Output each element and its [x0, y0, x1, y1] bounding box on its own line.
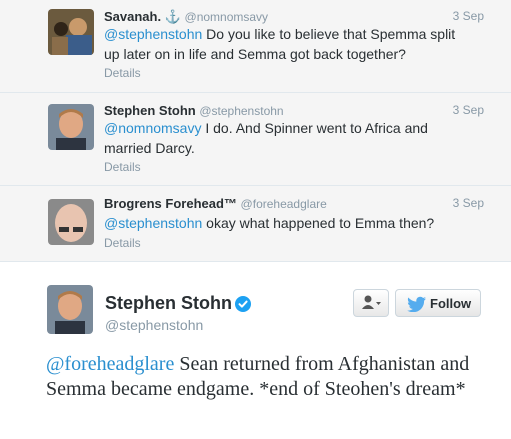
- timestamp[interactable]: 3 Sep: [453, 196, 484, 210]
- tweet-header: Savanah. ⚓ @nomnomsavy: [104, 9, 268, 25]
- tweet-text: @nomnomsavy I do. And Spinner went to Af…: [104, 120, 428, 156]
- user-name[interactable]: Stephen Stohn: [104, 103, 196, 118]
- user-handle[interactable]: @nomnomsavy: [185, 10, 269, 24]
- tweet-text: @stephenstohn Do you like to believe tha…: [104, 26, 456, 62]
- timestamp[interactable]: 3 Sep: [453, 103, 484, 117]
- details-link[interactable]: Details: [104, 160, 141, 174]
- avatar[interactable]: [48, 199, 94, 245]
- follow-label: Follow: [430, 296, 472, 311]
- follow-button[interactable]: Follow: [395, 289, 481, 317]
- user-name[interactable]: Stephen Stohn: [105, 293, 232, 314]
- mention-link[interactable]: @nomnomsavy: [104, 120, 201, 136]
- main-tweet-text: @foreheadglare Sean returned from Afghan…: [46, 353, 470, 400]
- timestamp[interactable]: 3 Sep: [453, 9, 484, 23]
- user-actions-button[interactable]: [353, 289, 389, 317]
- user-handle[interactable]: @stephenstohn: [105, 317, 203, 333]
- avatar[interactable]: [48, 9, 94, 55]
- bird-icon: [407, 296, 426, 312]
- tweet-header: Stephen Stohn @stephenstohn: [104, 103, 284, 118]
- details-link[interactable]: Details: [104, 66, 141, 80]
- avatar[interactable]: [48, 104, 94, 150]
- mention-link[interactable]: @foreheadglare: [46, 353, 174, 375]
- avatar[interactable]: [47, 285, 93, 334]
- reply-tweet[interactable]: Stephen Stohn @stephenstohn 3 Sep @nomno…: [0, 93, 511, 186]
- reply-tweet[interactable]: Brogrens Forehead™ @foreheadglare 3 Sep …: [0, 186, 511, 262]
- verified-badge-icon: [235, 296, 251, 312]
- reply-tweet[interactable]: Savanah. ⚓ @nomnomsavy 3 Sep @stephensto…: [0, 0, 511, 93]
- mention-link[interactable]: @stephenstohn: [104, 215, 202, 231]
- tweet-header: Brogrens Forehead™ @foreheadglare: [104, 196, 327, 211]
- mention-link[interactable]: @stephenstohn: [104, 26, 202, 42]
- user-name[interactable]: Savanah. ⚓: [104, 9, 181, 24]
- tweet-text: @stephenstohn okay what happened to Emma…: [104, 215, 435, 231]
- person-dropdown-icon: [362, 295, 381, 309]
- user-handle[interactable]: @foreheadglare: [241, 197, 327, 211]
- details-link[interactable]: Details: [104, 236, 141, 250]
- user-handle[interactable]: @stephenstohn: [199, 104, 283, 118]
- user-name[interactable]: Brogrens Forehead™: [104, 196, 237, 211]
